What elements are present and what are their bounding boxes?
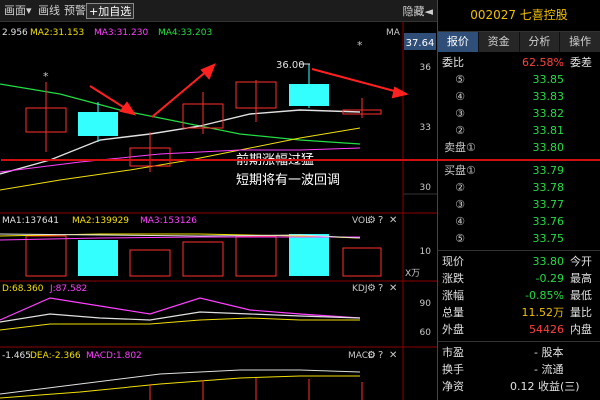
- star-mark-1: *: [43, 70, 49, 83]
- ma-tag: MA: [386, 28, 401, 38]
- kdj-help-icon[interactable]: ?: [378, 283, 383, 294]
- sell-row-5: ⑤ 33.85: [455, 73, 564, 86]
- stat-row-change-pct: 涨幅 -0.85% 最低: [442, 289, 592, 302]
- buy-row-5: ⑤ 33.75: [455, 232, 564, 245]
- kdj-close-icon[interactable]: ✕: [389, 283, 397, 294]
- ma1-value: 2.956: [2, 28, 28, 38]
- kdj-tick-90: 90: [420, 299, 432, 309]
- current-price-label: 37.64: [406, 38, 435, 49]
- tab-funds[interactable]: 资金: [478, 32, 520, 52]
- kdj-tag: KDJ: [352, 284, 368, 294]
- kdj-indicator-row: D:68.360 J:87.582 KDJ: [2, 284, 368, 294]
- vol-help-icon[interactable]: ?: [378, 215, 383, 226]
- weibi-value: 62.58%: [522, 56, 564, 69]
- stat-row-change: 涨跌 -0.29 最高: [442, 272, 592, 285]
- vol-close-icon[interactable]: ✕: [389, 215, 397, 226]
- sell-row-3: ③ 33.82: [455, 107, 564, 120]
- stock-chart-area: 2.956 MA2:31.153 MA3:31.230 MA4:33.203 M…: [0, 22, 437, 400]
- macd-diff-value: -1.465: [2, 351, 31, 361]
- vol-ma2-value: MA2:139929: [72, 216, 129, 226]
- kdj-d-value: D:68.360: [2, 284, 44, 294]
- screen-menu-button[interactable]: 画面▾: [2, 3, 34, 19]
- candlesticks: [25, 64, 382, 172]
- price-tick-36: 36: [420, 63, 432, 73]
- kdj-d-line: [0, 317, 360, 331]
- macd-value: MACD:1.802: [86, 351, 142, 361]
- weicha-label: 委差: [570, 56, 592, 69]
- kdj-gear-icon[interactable]: ⚙: [367, 283, 376, 294]
- peak-price-label: 36.00: [276, 60, 305, 71]
- quote-tabs: 报价 资金 分析 操作: [438, 32, 600, 52]
- tab-quote[interactable]: 报价: [438, 32, 479, 52]
- buy-row-4: ④ 33.76: [455, 215, 564, 228]
- ma3-value: MA3:31.230: [94, 28, 148, 38]
- ma4-value: MA4:33.203: [158, 28, 212, 38]
- vol-gear-icon[interactable]: ⚙: [367, 215, 376, 226]
- chart-toolbar: 画面▾ 画线 预警 +加自选 隐藏◄: [0, 0, 437, 22]
- weibi-row: 委比 62.58% 委差: [438, 54, 600, 71]
- kdj-tick-60: 60: [420, 328, 432, 338]
- kdj-j-value: J:87.582: [49, 284, 87, 294]
- sell-row-4: ④ 33.83: [455, 90, 564, 103]
- extra-row-pe: 市盈 - 股本: [442, 346, 564, 359]
- comment-line-2: 短期将有一波回调: [236, 173, 340, 188]
- vol-tick-10: 10: [420, 247, 432, 257]
- buy-row-1: 买盘① 33.79: [444, 164, 564, 177]
- draw-line-button[interactable]: 画线: [36, 3, 62, 19]
- macd-close-icon[interactable]: ✕: [389, 350, 397, 361]
- alert-button[interactable]: 预警: [62, 3, 88, 19]
- tab-operation[interactable]: 操作: [560, 32, 600, 52]
- weibi-label: 委比: [442, 56, 464, 69]
- annotation-arrows: [89, 63, 409, 118]
- macd-gear-icon[interactable]: ⚙: [367, 350, 376, 361]
- quote-panel: 002027 七喜控股 报价 资金 分析 操作 委比 62.58% 委差 ⑤ 33…: [1, 0, 600, 400]
- macd-indicator-row: -1.465 DEA:-2.366 MACD:1.802 MACD: [2, 351, 375, 361]
- vol-ma3-value: MA3:153126: [140, 216, 197, 226]
- stat-row-price: 现价 33.80 今开: [442, 255, 592, 268]
- vol-unit: X万: [405, 269, 420, 279]
- ma2-value: MA2:31.153: [30, 28, 84, 38]
- buy-row-2: ② 33.78: [455, 181, 564, 194]
- star-mark-2: *: [357, 39, 363, 52]
- stat-row-volume: 总量 11.52万 量比: [442, 306, 592, 319]
- extra-row-turnover: 换手 - 流通: [442, 363, 564, 376]
- buy-row-3: ③ 33.77: [455, 198, 564, 211]
- macd-help-icon[interactable]: ?: [378, 350, 383, 361]
- ma-indicator-row: 2.956 MA2:31.153 MA3:31.230 MA4:33.203 M…: [2, 28, 401, 38]
- vol-ma1-value: MA1:137641: [2, 216, 59, 226]
- stock-title: 002027 七喜控股: [438, 0, 600, 32]
- price-tick-33: 33: [420, 123, 431, 133]
- tab-analysis[interactable]: 分析: [519, 32, 561, 52]
- volume-bars: [25, 234, 382, 277]
- add-watchlist-button[interactable]: +加自选: [86, 3, 135, 19]
- extra-row-netasset: 净资 0.12 收益(三): [442, 380, 580, 393]
- stat-row-outer: 外盘 54426 内盘: [442, 323, 592, 336]
- price-divider-line: [1, 159, 600, 161]
- sell-row-1: 卖盘① 33.80: [444, 141, 564, 154]
- macd-histogram: [149, 378, 363, 400]
- price-tick-30: 30: [420, 183, 432, 193]
- sell-row-2: ② 33.81: [455, 124, 564, 137]
- hide-panel-button[interactable]: 隐藏◄: [403, 3, 433, 19]
- vol-indicator-row: MA1:137641 MA2:139929 MA3:153126 VOL: [2, 216, 370, 226]
- macd-dea-value: DEA:-2.366: [30, 351, 81, 361]
